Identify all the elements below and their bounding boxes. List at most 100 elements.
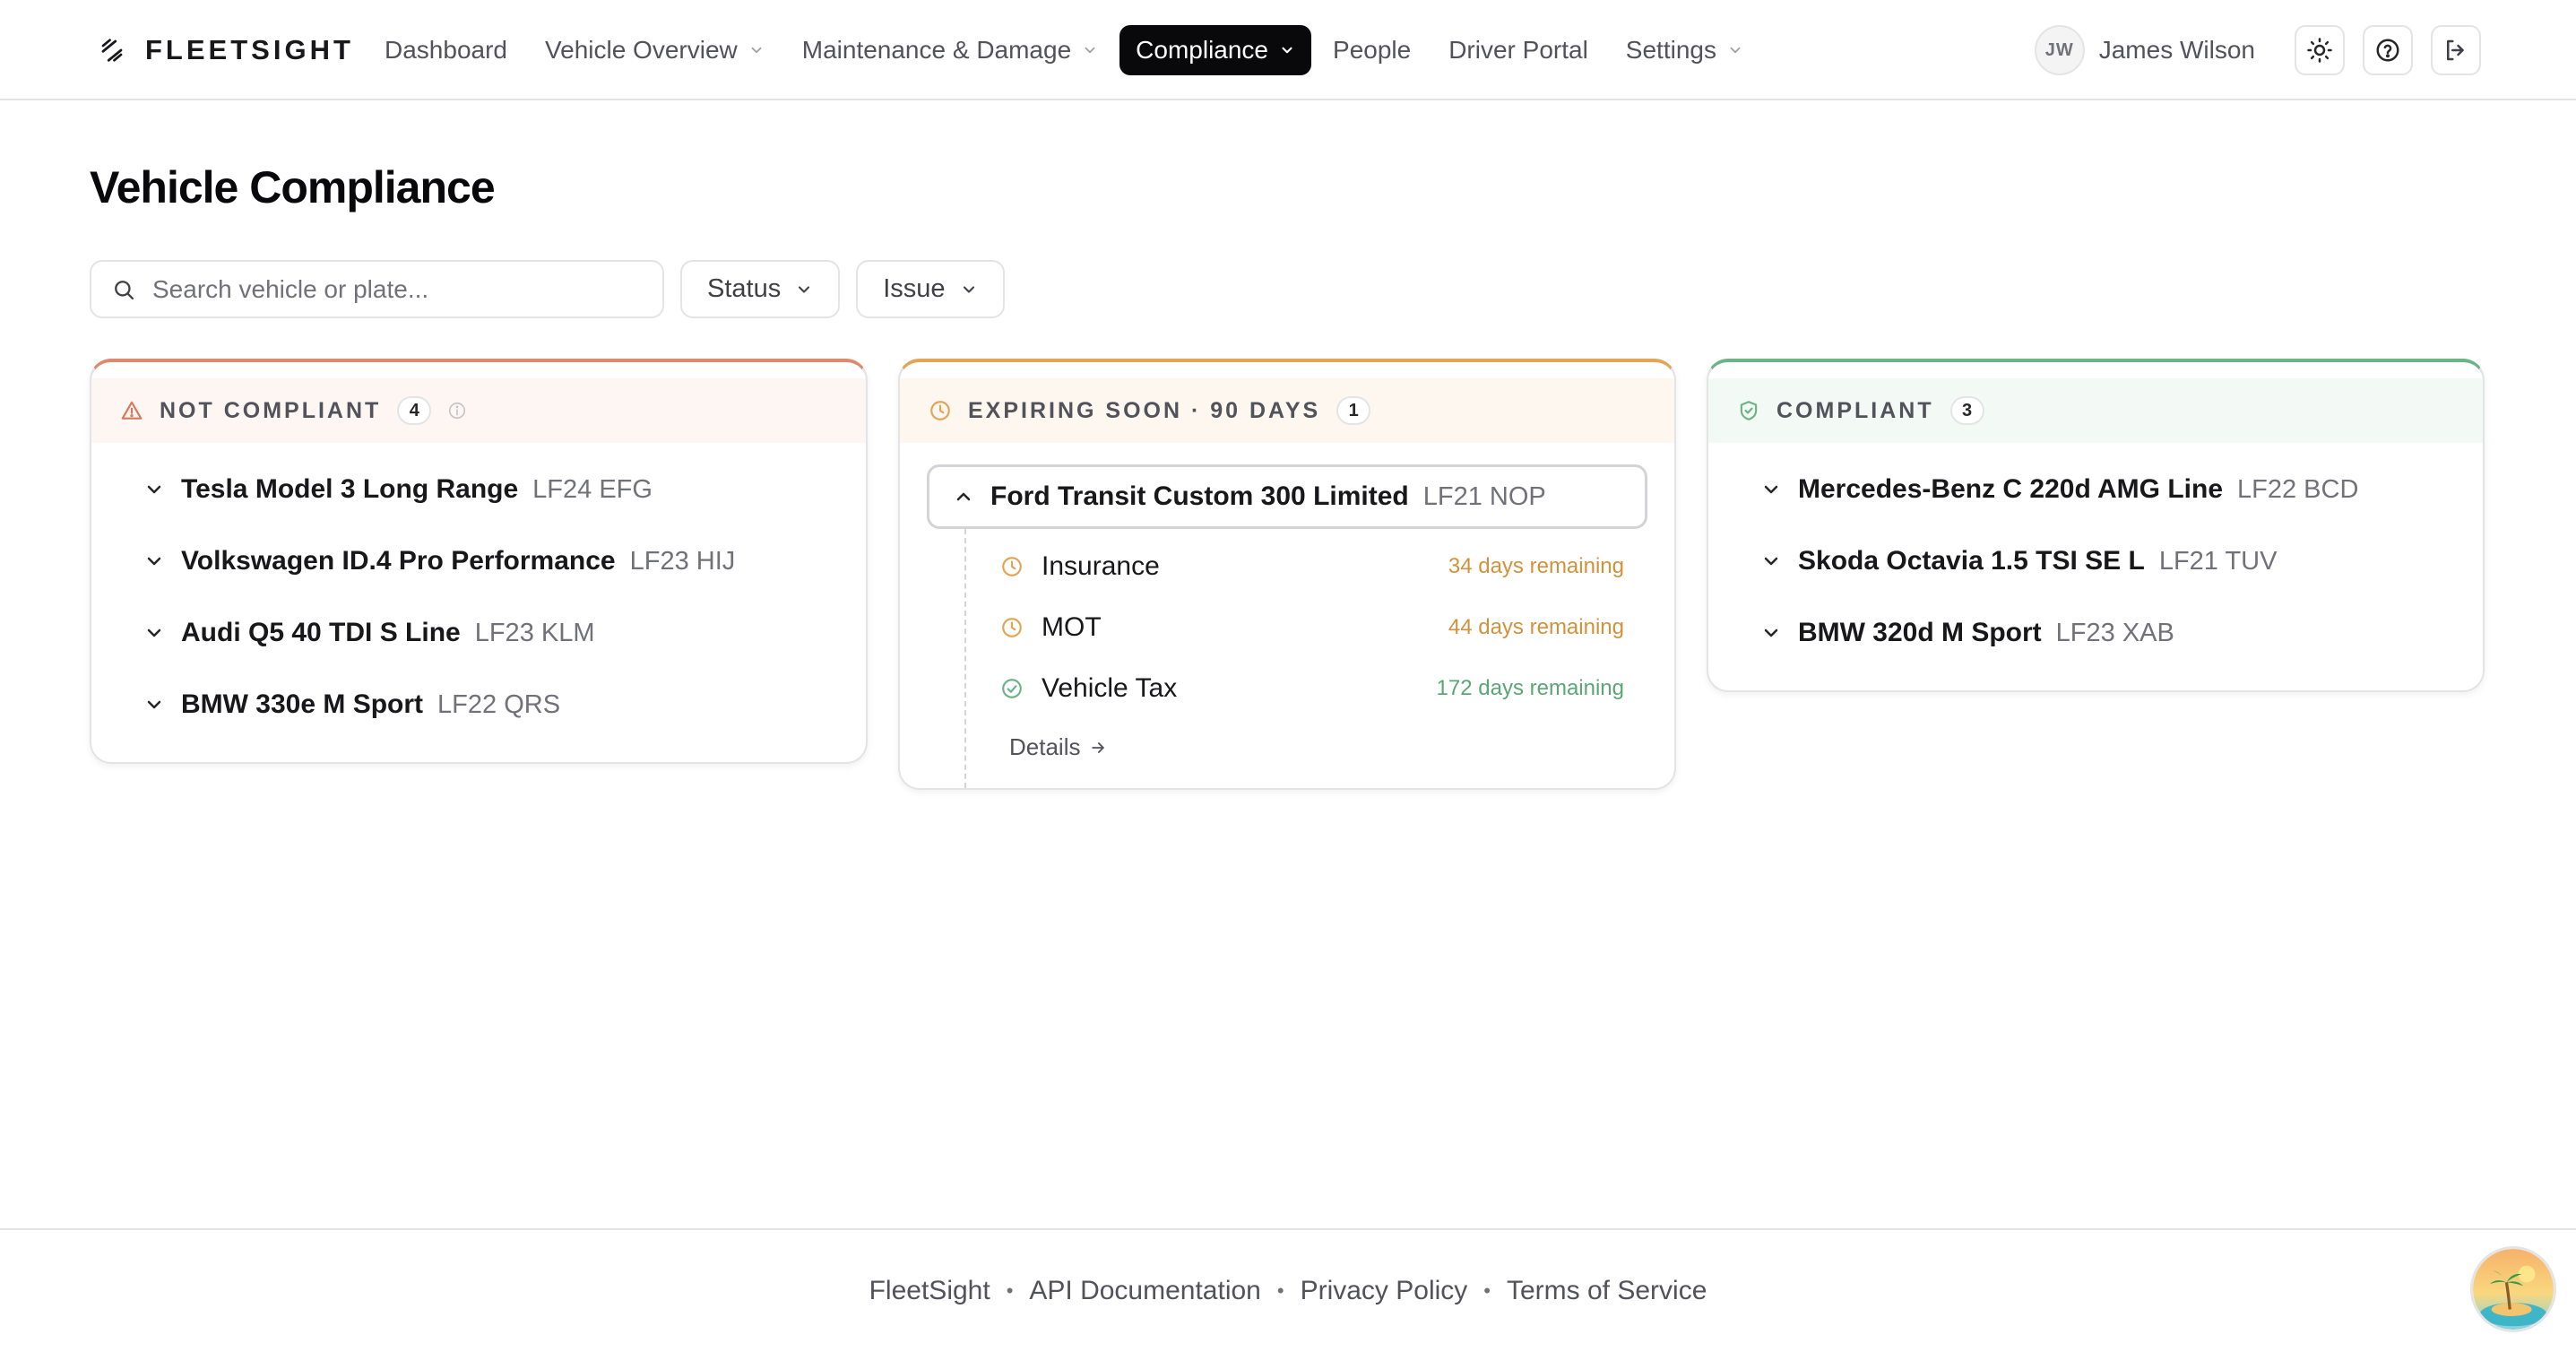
vehicle-plate: LF22 BCD (2237, 474, 2359, 504)
search-icon (115, 280, 134, 299)
compliance-item-label: MOT (1042, 612, 1102, 642)
search-input[interactable] (152, 274, 618, 304)
floating-assistant-button[interactable] (2470, 1246, 2556, 1332)
days-remaining: 44 days remaining (1448, 615, 1624, 639)
chevron-down-icon (1730, 47, 1741, 54)
vehicle-row[interactable]: Skoda Octavia 1.5 TSI SE L LF21 TUV (1708, 525, 2483, 597)
nav-item-settings[interactable]: Settings (1610, 25, 1759, 75)
info-icon[interactable] (447, 401, 467, 420)
page-title: Vehicle Compliance (90, 162, 496, 212)
vehicle-plate: LF23 KLM (474, 618, 595, 647)
vehicle-plate: LF21 TUV (2158, 546, 2278, 576)
nav-item-label: Compliance (1136, 36, 1269, 64)
vehicle-name: Tesla Model 3 Long Range (181, 474, 519, 504)
status-filter-label: Status (707, 274, 782, 303)
help-icon (2376, 39, 2399, 62)
chevron-down-icon (1085, 47, 1095, 54)
vehicle-row[interactable]: Tesla Model 3 Long Range LF24 EFG (91, 454, 866, 525)
chevron-down-icon (147, 557, 161, 566)
vehicle-plate: LF24 EFG (532, 474, 653, 504)
compliance-item-mot: MOT 44 days remaining (1000, 597, 1624, 658)
sun-icon (2307, 38, 2332, 63)
brand-name: FLEETSIGHT (145, 34, 354, 65)
nav-item-people[interactable]: People (1317, 25, 1427, 75)
vehicle-plate: LF21 NOP (1422, 481, 1546, 511)
nav-item-label: Settings (1625, 36, 1716, 64)
user-name[interactable]: James Wilson (2099, 36, 2255, 65)
footer-link-privacy[interactable]: Privacy Policy (1301, 1276, 1468, 1306)
column-header: EXPIRING SOON · 90 DAYS 1 (900, 378, 1674, 443)
vehicle-name: Ford Transit Custom 300 Limited (990, 481, 1409, 511)
count-badge: 1 (1336, 396, 1371, 425)
clock-icon (1002, 557, 1022, 576)
beach-island-icon (2473, 1249, 2554, 1330)
help-button[interactable] (2363, 25, 2413, 75)
footer-link-fleetsight[interactable]: FleetSight (869, 1276, 990, 1306)
vehicle-row[interactable]: Mercedes-Benz C 220d AMG Line LF22 BCD (1708, 454, 2483, 525)
compliant-column: COMPLIANT 3 Mercedes-Benz C 220d AMG Lin… (1707, 359, 2485, 692)
nav-item-compliance[interactable]: Compliance (1119, 25, 1312, 75)
footer-link-terms[interactable]: Terms of Service (1507, 1276, 1707, 1306)
footer-separator: • (1483, 1279, 1491, 1302)
warning-triangle-icon (121, 401, 143, 420)
nav-item-label: Maintenance & Damage (801, 36, 1072, 64)
main-nav: Dashboard Vehicle Overview Maintenance &… (368, 24, 1759, 76)
days-remaining: 34 days remaining (1448, 554, 1624, 578)
chevron-down-icon (147, 700, 161, 709)
vehicle-plate: LF22 QRS (437, 689, 561, 719)
vehicle-list: Tesla Model 3 Long Range LF24 EFG Volksw… (91, 443, 866, 762)
avatar[interactable]: JW (2034, 25, 2085, 75)
shield-check-icon (1740, 401, 1758, 420)
brand[interactable]: FLEETSIGHT (99, 32, 354, 68)
user-area: JW James Wilson (2034, 24, 2481, 76)
vehicle-name: Skoda Octavia 1.5 TSI SE L (1798, 546, 2145, 576)
vehicle-row[interactable]: Audi Q5 40 TDI S Line LF23 KLM (91, 597, 866, 669)
nav-item-label: Driver Portal (1448, 36, 1588, 64)
nav-item-maintenance-damage[interactable]: Maintenance & Damage (786, 25, 1114, 75)
vehicle-row[interactable]: BMW 320d M Sport LF23 XAB (1708, 597, 2483, 669)
clock-icon (1002, 618, 1022, 637)
footer: FleetSight • API Documentation • Privacy… (0, 1228, 2576, 1352)
brand-logo-icon (101, 39, 123, 62)
count-badge: 3 (1949, 396, 1984, 425)
vehicle-name: BMW 320d M Sport (1798, 618, 2042, 647)
nav-item-label: Dashboard (385, 36, 507, 64)
footer-separator: • (1006, 1279, 1014, 1302)
vehicle-name: Volkswagen ID.4 Pro Performance (181, 546, 616, 576)
arrow-right-icon (1092, 741, 1105, 753)
chevron-up-icon (956, 492, 971, 501)
logout-icon (2447, 39, 2464, 61)
chevron-down-icon (147, 485, 161, 494)
clock-icon (930, 401, 950, 420)
vehicle-name: Mercedes-Benz C 220d AMG Line (1798, 474, 2224, 504)
theme-toggle-button[interactable] (2295, 25, 2345, 75)
chevron-down-icon (1764, 485, 1778, 494)
vehicle-plate: LF23 XAB (2055, 618, 2174, 647)
footer-separator: • (1276, 1279, 1284, 1302)
compliance-columns: NOT COMPLIANT 4 Tesla Model 3 Long Range… (90, 359, 2485, 790)
issue-filter-label: Issue (883, 274, 946, 303)
nav-item-driver-portal[interactable]: Driver Portal (1432, 25, 1604, 75)
compliance-item-insurance: Insurance 34 days remaining (1000, 536, 1624, 597)
compliance-item-label: Vehicle Tax (1042, 673, 1178, 703)
details-link[interactable]: Details (1009, 733, 1107, 761)
nav-item-dashboard[interactable]: Dashboard (368, 25, 523, 75)
nav-item-label: Vehicle Overview (544, 36, 738, 64)
check-circle-icon (1002, 679, 1022, 698)
vehicle-row-expanded[interactable]: Ford Transit Custom 300 Limited LF21 NOP (927, 464, 1647, 529)
expiring-soon-column: EXPIRING SOON · 90 DAYS 1 Ford Transit C… (898, 359, 1676, 790)
vehicle-row[interactable]: Volkswagen ID.4 Pro Performance LF23 HIJ (91, 525, 866, 597)
chevron-down-icon (1764, 557, 1778, 566)
nav-item-vehicle-overview[interactable]: Vehicle Overview (529, 25, 781, 75)
search-box[interactable] (90, 260, 664, 318)
chevron-down-icon (751, 47, 762, 54)
issue-filter-dropdown[interactable]: Issue (856, 260, 1005, 318)
chevron-down-icon (799, 285, 810, 293)
vehicle-list: Mercedes-Benz C 220d AMG Line LF22 BCD S… (1708, 443, 2483, 690)
column-header: NOT COMPLIANT 4 (91, 378, 866, 443)
footer-link-api-docs[interactable]: API Documentation (1029, 1276, 1260, 1306)
compliance-item-vehicle-tax: Vehicle Tax 172 days remaining (1000, 658, 1624, 719)
logout-button[interactable] (2431, 25, 2481, 75)
status-filter-dropdown[interactable]: Status (680, 260, 841, 318)
vehicle-row[interactable]: BMW 330e M Sport LF22 QRS (91, 669, 866, 741)
